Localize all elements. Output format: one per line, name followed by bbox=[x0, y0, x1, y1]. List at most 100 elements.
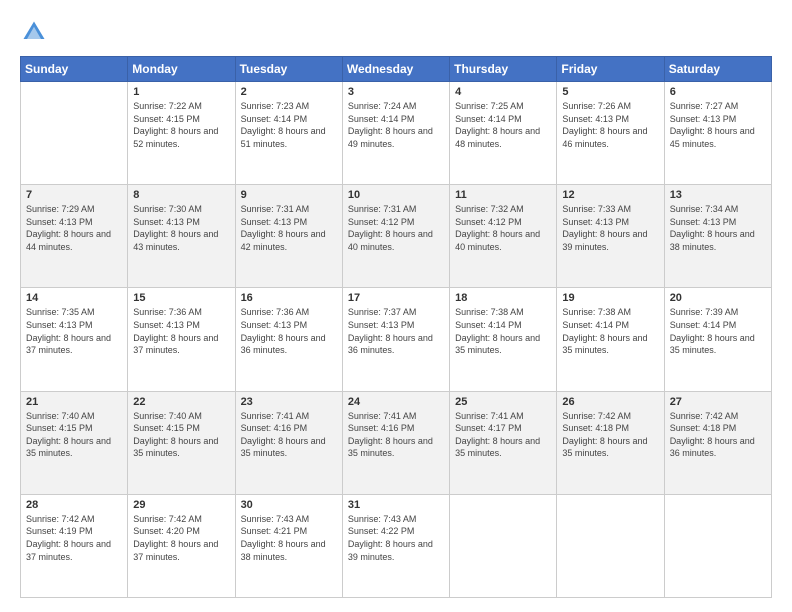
calendar-cell: 27Sunrise: 7:42 AMSunset: 4:18 PMDayligh… bbox=[664, 391, 771, 494]
day-number: 11 bbox=[455, 189, 551, 201]
day-number: 27 bbox=[670, 396, 766, 408]
calendar-cell: 21Sunrise: 7:40 AMSunset: 4:15 PMDayligh… bbox=[21, 391, 128, 494]
day-info: Sunrise: 7:29 AMSunset: 4:13 PMDaylight:… bbox=[26, 203, 122, 253]
day-info: Sunrise: 7:42 AMSunset: 4:19 PMDaylight:… bbox=[26, 513, 122, 563]
day-number: 3 bbox=[348, 86, 444, 98]
day-number: 18 bbox=[455, 292, 551, 304]
day-info: Sunrise: 7:35 AMSunset: 4:13 PMDaylight:… bbox=[26, 306, 122, 356]
calendar-cell: 28 Sunrise: 7:42 AMSunset: 4:19 PMDayligh… bbox=[21, 494, 128, 597]
day-number: 15 bbox=[133, 292, 229, 304]
day-info: Sunrise: 7:43 AMSunset: 4:21 PMDaylight:… bbox=[241, 513, 337, 563]
day-number: 7 bbox=[26, 189, 122, 201]
calendar-cell: 26 Sunrise: 7:42 AMSunset: 4:18 PMDayligh… bbox=[557, 391, 664, 494]
day-info: Sunrise: 7:26 AMSunset: 4:13 PMDaylight:… bbox=[562, 100, 658, 150]
day-number: 10 bbox=[348, 189, 444, 201]
calendar-week-row: 14 Sunrise: 7:35 AMSunset: 4:13 PMDayligh… bbox=[21, 288, 772, 391]
day-number: 1 bbox=[133, 86, 229, 98]
logo bbox=[20, 18, 52, 46]
day-number: 17 bbox=[348, 292, 444, 304]
weekday-header: Sunday bbox=[21, 57, 128, 82]
calendar-cell: 2Sunrise: 7:23 AMSunset: 4:14 PMDaylight… bbox=[235, 82, 342, 185]
calendar-cell: 19 Sunrise: 7:38 AMSunset: 4:14 PMDayligh… bbox=[557, 288, 664, 391]
day-number: 4 bbox=[455, 86, 551, 98]
calendar-week-row: 28 Sunrise: 7:42 AMSunset: 4:19 PMDayligh… bbox=[21, 494, 772, 597]
day-info: Sunrise: 7:25 AMSunset: 4:14 PMDaylight:… bbox=[455, 100, 551, 150]
day-number: 19 bbox=[562, 292, 658, 304]
calendar-table: SundayMondayTuesdayWednesdayThursdayFrid… bbox=[20, 56, 772, 598]
calendar-cell: 24 Sunrise: 7:41 AMSunset: 4:16 PMDayligh… bbox=[342, 391, 449, 494]
calendar-cell: 13 Sunrise: 7:34 AMSunset: 4:13 PMDayligh… bbox=[664, 185, 771, 288]
calendar-cell: 18Sunrise: 7:38 AMSunset: 4:14 PMDayligh… bbox=[450, 288, 557, 391]
calendar-cell: 9 Sunrise: 7:31 AMSunset: 4:13 PMDaylight… bbox=[235, 185, 342, 288]
day-number: 20 bbox=[670, 292, 766, 304]
day-info: Sunrise: 7:41 AMSunset: 4:17 PMDaylight:… bbox=[455, 410, 551, 460]
day-info: Sunrise: 7:30 AMSunset: 4:13 PMDaylight:… bbox=[133, 203, 229, 253]
calendar-week-row: 7 Sunrise: 7:29 AMSunset: 4:13 PMDaylight… bbox=[21, 185, 772, 288]
day-info: Sunrise: 7:24 AMSunset: 4:14 PMDaylight:… bbox=[348, 100, 444, 150]
calendar-cell: 3 Sunrise: 7:24 AMSunset: 4:14 PMDaylight… bbox=[342, 82, 449, 185]
day-number: 14 bbox=[26, 292, 122, 304]
day-info: Sunrise: 7:38 AMSunset: 4:14 PMDaylight:… bbox=[562, 306, 658, 356]
calendar-cell: 15 Sunrise: 7:36 AMSunset: 4:13 PMDayligh… bbox=[128, 288, 235, 391]
day-number: 9 bbox=[241, 189, 337, 201]
calendar-cell: 25 Sunrise: 7:41 AMSunset: 4:17 PMDayligh… bbox=[450, 391, 557, 494]
day-info: Sunrise: 7:31 AMSunset: 4:13 PMDaylight:… bbox=[241, 203, 337, 253]
day-info: Sunrise: 7:42 AMSunset: 4:20 PMDaylight:… bbox=[133, 513, 229, 563]
calendar-week-row: 21Sunrise: 7:40 AMSunset: 4:15 PMDayligh… bbox=[21, 391, 772, 494]
weekday-header: Tuesday bbox=[235, 57, 342, 82]
day-number: 30 bbox=[241, 499, 337, 511]
calendar-cell bbox=[450, 494, 557, 597]
calendar-week-row: 1 Sunrise: 7:22 AMSunset: 4:15 PMDaylight… bbox=[21, 82, 772, 185]
calendar-cell: 31 Sunrise: 7:43 AMSunset: 4:22 PMDayligh… bbox=[342, 494, 449, 597]
day-number: 23 bbox=[241, 396, 337, 408]
day-number: 24 bbox=[348, 396, 444, 408]
calendar-cell bbox=[664, 494, 771, 597]
day-info: Sunrise: 7:43 AMSunset: 4:22 PMDaylight:… bbox=[348, 513, 444, 563]
calendar-cell bbox=[557, 494, 664, 597]
day-info: Sunrise: 7:39 AMSunset: 4:14 PMDaylight:… bbox=[670, 306, 766, 356]
calendar-cell: 4 Sunrise: 7:25 AMSunset: 4:14 PMDaylight… bbox=[450, 82, 557, 185]
calendar-cell: 10Sunrise: 7:31 AMSunset: 4:12 PMDayligh… bbox=[342, 185, 449, 288]
day-info: Sunrise: 7:42 AMSunset: 4:18 PMDaylight:… bbox=[562, 410, 658, 460]
calendar-cell: 16Sunrise: 7:36 AMSunset: 4:13 PMDayligh… bbox=[235, 288, 342, 391]
day-number: 13 bbox=[670, 189, 766, 201]
day-info: Sunrise: 7:34 AMSunset: 4:13 PMDaylight:… bbox=[670, 203, 766, 253]
day-info: Sunrise: 7:36 AMSunset: 4:13 PMDaylight:… bbox=[133, 306, 229, 356]
day-info: Sunrise: 7:32 AMSunset: 4:12 PMDaylight:… bbox=[455, 203, 551, 253]
weekday-header: Monday bbox=[128, 57, 235, 82]
day-info: Sunrise: 7:23 AMSunset: 4:14 PMDaylight:… bbox=[241, 100, 337, 150]
calendar-cell: 5 Sunrise: 7:26 AMSunset: 4:13 PMDaylight… bbox=[557, 82, 664, 185]
day-number: 25 bbox=[455, 396, 551, 408]
day-number: 16 bbox=[241, 292, 337, 304]
header bbox=[20, 18, 772, 46]
weekday-header: Friday bbox=[557, 57, 664, 82]
calendar-cell: 29 Sunrise: 7:42 AMSunset: 4:20 PMDayligh… bbox=[128, 494, 235, 597]
calendar-cell: 17 Sunrise: 7:37 AMSunset: 4:13 PMDayligh… bbox=[342, 288, 449, 391]
calendar-cell: 23Sunrise: 7:41 AMSunset: 4:16 PMDayligh… bbox=[235, 391, 342, 494]
calendar-cell: 6 Sunrise: 7:27 AMSunset: 4:13 PMDaylight… bbox=[664, 82, 771, 185]
day-number: 6 bbox=[670, 86, 766, 98]
calendar-cell: 20 Sunrise: 7:39 AMSunset: 4:14 PMDayligh… bbox=[664, 288, 771, 391]
calendar-cell: 12 Sunrise: 7:33 AMSunset: 4:13 PMDayligh… bbox=[557, 185, 664, 288]
day-number: 5 bbox=[562, 86, 658, 98]
weekday-header: Wednesday bbox=[342, 57, 449, 82]
day-number: 22 bbox=[133, 396, 229, 408]
day-number: 26 bbox=[562, 396, 658, 408]
day-number: 28 bbox=[26, 499, 122, 511]
day-info: Sunrise: 7:37 AMSunset: 4:13 PMDaylight:… bbox=[348, 306, 444, 356]
weekday-header: Saturday bbox=[664, 57, 771, 82]
day-number: 8 bbox=[133, 189, 229, 201]
day-info: Sunrise: 7:41 AMSunset: 4:16 PMDaylight:… bbox=[348, 410, 444, 460]
day-info: Sunrise: 7:27 AMSunset: 4:13 PMDaylight:… bbox=[670, 100, 766, 150]
day-number: 12 bbox=[562, 189, 658, 201]
calendar-cell: 30 Sunrise: 7:43 AMSunset: 4:21 PMDayligh… bbox=[235, 494, 342, 597]
calendar-cell: 14 Sunrise: 7:35 AMSunset: 4:13 PMDayligh… bbox=[21, 288, 128, 391]
calendar-cell bbox=[21, 82, 128, 185]
day-info: Sunrise: 7:33 AMSunset: 4:13 PMDaylight:… bbox=[562, 203, 658, 253]
day-number: 31 bbox=[348, 499, 444, 511]
day-info: Sunrise: 7:22 AMSunset: 4:15 PMDaylight:… bbox=[133, 100, 229, 150]
calendar-header-row: SundayMondayTuesdayWednesdayThursdayFrid… bbox=[21, 57, 772, 82]
day-info: Sunrise: 7:40 AMSunset: 4:15 PMDaylight:… bbox=[26, 410, 122, 460]
day-number: 29 bbox=[133, 499, 229, 511]
calendar-cell: 1 Sunrise: 7:22 AMSunset: 4:15 PMDaylight… bbox=[128, 82, 235, 185]
